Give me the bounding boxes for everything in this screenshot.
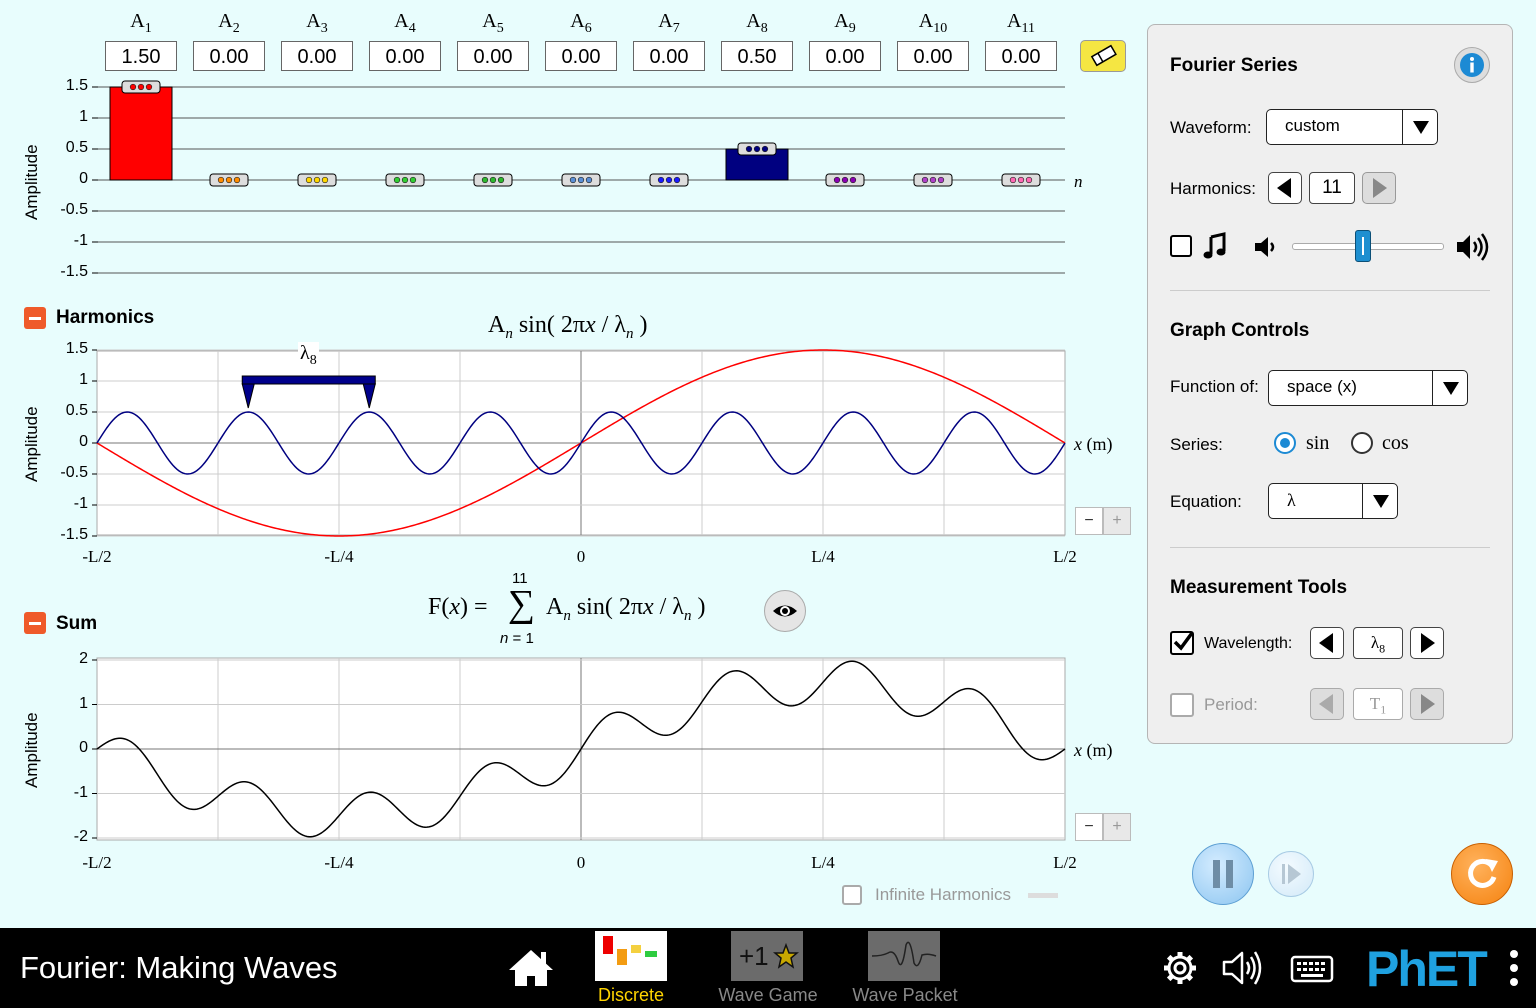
series-sin-radio[interactable] [1274,432,1296,454]
keyboard-icon [1290,955,1334,983]
graph-controls-title: Graph Controls [1170,320,1310,341]
sound-checkbox[interactable] [1170,235,1192,257]
period-prev-button[interactable] [1310,688,1344,720]
harmonics-count-value: 11 [1309,172,1355,204]
infinite-harmonics-line-swatch [1028,893,1058,898]
equation-combo[interactable]: λ [1268,483,1398,519]
navigation-bar: Fourier: Making Waves Discrete +1 Wave G… [0,928,1536,1008]
chevron-down-icon [1402,110,1437,144]
sum-chart [92,657,1066,841]
settings-button[interactable] [1158,946,1202,990]
period-label: Period: [1204,695,1258,714]
app-title: Fourier: Making Waves [20,950,338,985]
period-next-button[interactable] [1410,688,1444,720]
harmonics-decrease-button[interactable] [1268,172,1302,204]
left-arrow-icon [1319,694,1333,714]
reset-icon [1468,858,1498,888]
left-arrow-icon [1277,178,1291,198]
screen-discrete-label: Discrete [597,985,664,1005]
series-cos-label: cos [1382,432,1409,454]
harmonics-increase-button[interactable] [1362,172,1396,204]
music-note-icon [1203,232,1226,259]
home-icon [509,950,553,986]
x-tick-label: L/4 [811,853,835,872]
series-cos-radio[interactable] [1351,432,1373,454]
discrete-screen-icon [595,931,667,981]
volume-low-icon [1255,237,1275,257]
series-label: Series: [1170,435,1223,454]
pause-button[interactable] [1192,843,1254,905]
home-button[interactable] [505,946,557,990]
left-arrow-icon [1319,633,1333,653]
step-forward-button[interactable] [1268,851,1314,897]
audio-button[interactable] [1220,946,1268,990]
waveform-combo[interactable]: custom [1266,109,1438,145]
more-vertical-icon [1510,950,1518,986]
info-icon [1460,53,1484,77]
volume-high-icon [1457,233,1489,261]
wavelength-prev-button[interactable] [1310,627,1344,659]
sum-zoom-out-button[interactable]: − [1075,813,1103,841]
star-icon [773,943,799,969]
pause-icon [1213,860,1233,888]
wavelength-value: λ8 [1353,627,1403,659]
infinite-harmonics-label: Infinite Harmonics [875,885,1012,904]
harmonics-count-label: Harmonics: [1170,179,1256,198]
phet-logo-text: PhET [1366,941,1488,997]
function-of-label: Function of: [1170,377,1259,396]
step-forward-icon [1282,864,1301,884]
keyboard-help-button[interactable] [1288,948,1336,988]
measurement-tools-title: Measurement Tools [1170,577,1348,598]
info-button[interactable] [1454,47,1490,83]
function-of-combo[interactable]: space (x) [1268,370,1468,406]
panel-divider [1170,290,1490,291]
gear-icon [1164,952,1196,984]
control-panel: Fourier Series Waveform: custom Harmonic… [1147,24,1513,744]
volume-slider-thumb[interactable] [1355,230,1372,262]
screen-wave-packet-button[interactable]: Wave Packet [852,931,958,1005]
screen-wave-game-button[interactable]: +1 Wave Game [718,931,818,1005]
sum-zoom-in-button[interactable]: + [1103,813,1131,841]
speaker-icon [1222,951,1262,985]
screen-wave-packet-label: Wave Packet [852,985,958,1005]
screen-discrete-button[interactable]: Discrete [593,931,669,1005]
wavelength-next-button[interactable] [1410,627,1444,659]
period-value: T1 [1353,688,1403,720]
chevron-down-icon [1432,371,1467,405]
x-tick-label: L/2 [1053,853,1077,872]
reset-all-button[interactable] [1451,843,1513,905]
right-arrow-icon [1421,633,1435,653]
period-checkbox[interactable] [1170,693,1194,717]
wavelength-checkbox[interactable] [1170,631,1194,655]
right-arrow-icon [1373,178,1387,198]
screen-wave-game-label: Wave Game [718,985,818,1005]
wave-game-screen-icon: +1 [731,931,803,981]
harmonics-zoom-in-button[interactable]: + [1103,507,1131,535]
phet-logo[interactable]: PhET [1362,938,1502,998]
chevron-down-icon [1362,484,1397,518]
x-tick-label: -L/2 [82,853,112,872]
x-tick-label: -L/4 [324,853,354,872]
wavelength-label: Wavelength: [1204,635,1293,652]
phet-menu-button[interactable] [1506,946,1522,990]
wave-packet-screen-icon [868,931,940,981]
right-arrow-icon [1421,694,1435,714]
waveform-label: Waveform: [1170,118,1252,137]
fourier-series-title: Fourier Series [1170,55,1298,76]
checkmark-icon [1173,631,1194,651]
x-tick-label: 0 [576,853,586,872]
panel-divider [1170,547,1490,548]
equation-label: Equation: [1170,492,1242,511]
series-sin-label: sin [1306,432,1330,454]
infinite-harmonics-checkbox[interactable] [842,885,862,905]
sum-x-axis-label: x (m) [1074,740,1113,760]
